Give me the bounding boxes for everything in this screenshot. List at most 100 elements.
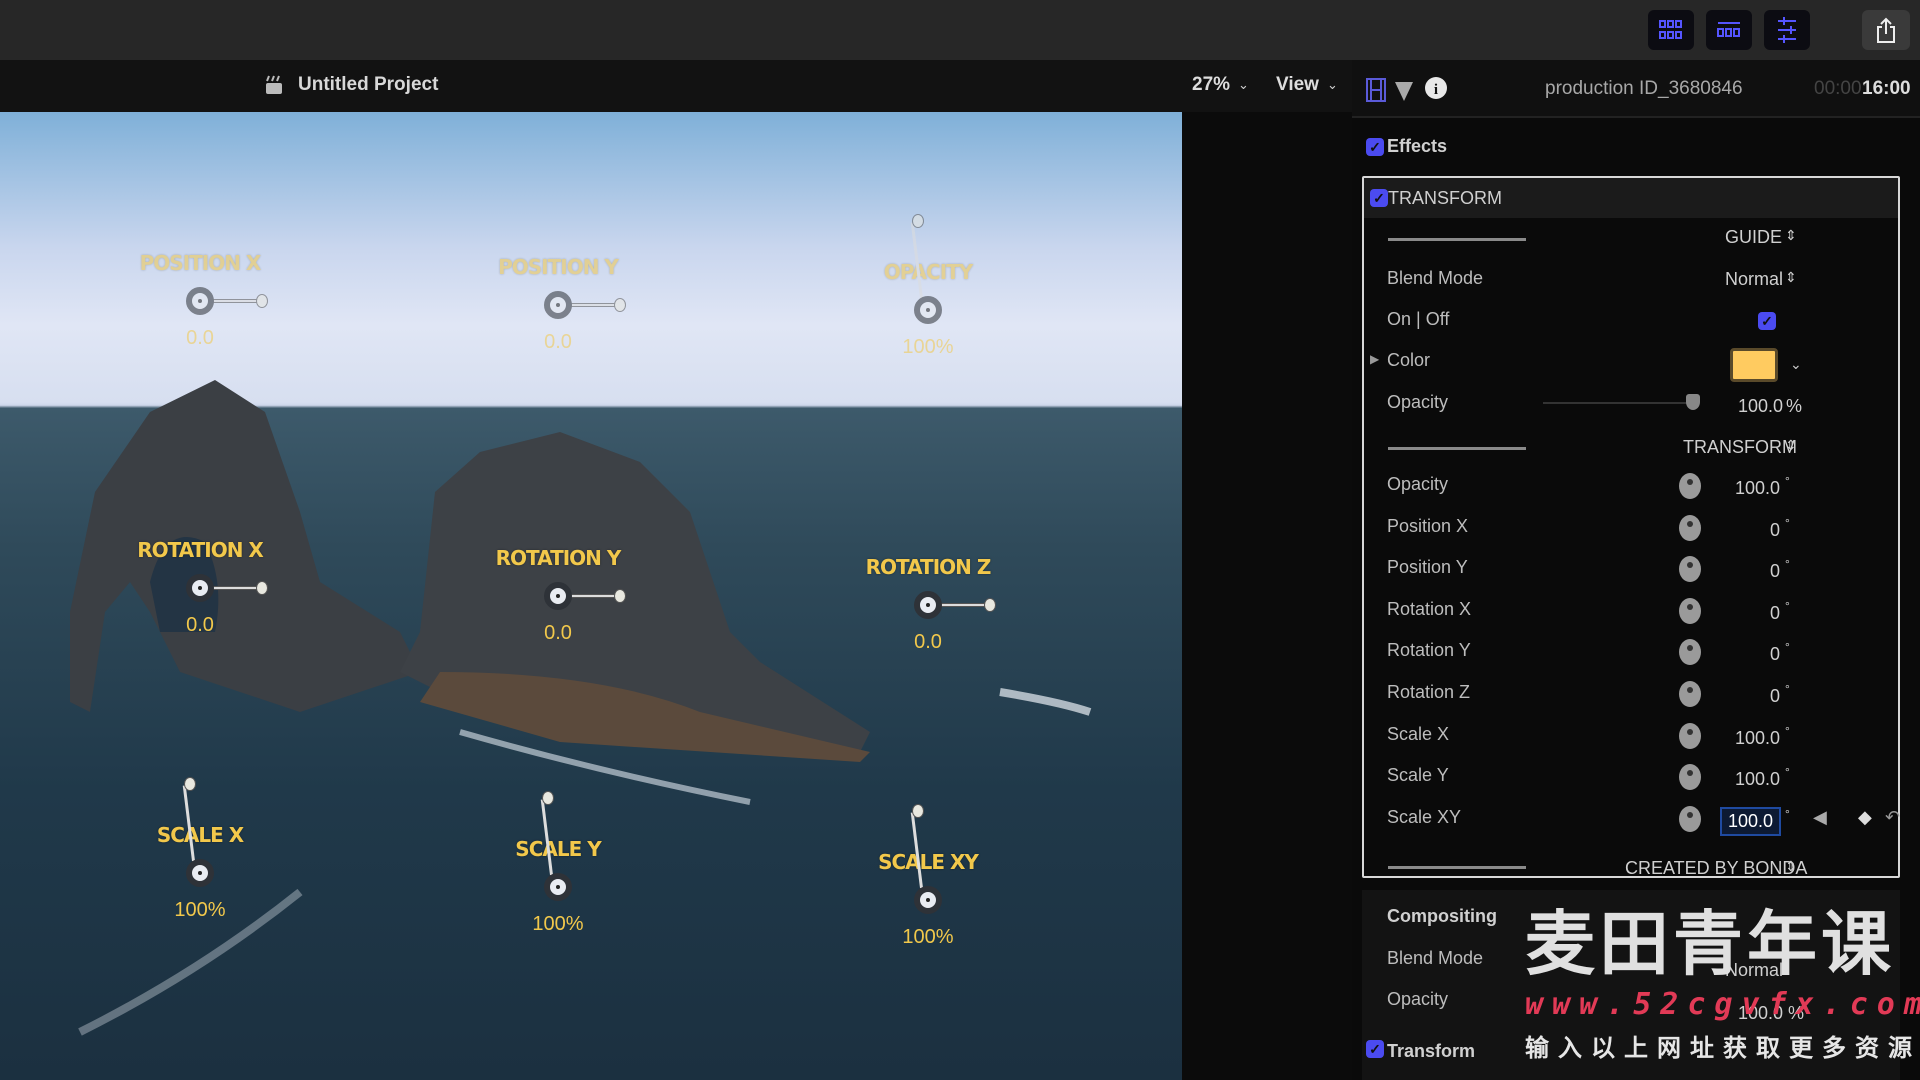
guide-select[interactable]: GUIDE xyxy=(1725,227,1782,248)
transform-select[interactable]: TRANSFORM xyxy=(1683,437,1797,458)
degree-unit: ° xyxy=(1785,598,1790,613)
effects-checkbox[interactable]: ✓ xyxy=(1366,138,1384,156)
overlay-handle-line xyxy=(570,303,620,307)
browser-grid-button[interactable] xyxy=(1648,10,1694,50)
overlay-label: ROTATION Y xyxy=(495,546,622,570)
zoom-dropdown[interactable]: 27% ⌄ xyxy=(1192,74,1249,96)
transform-effect-checkbox[interactable]: ✓ xyxy=(1370,189,1388,207)
param-knob[interactable] xyxy=(1679,556,1701,583)
overlay-handle[interactable] xyxy=(614,589,626,603)
param-knob[interactable] xyxy=(1679,764,1701,791)
transform-label: Transform xyxy=(1387,1041,1476,1061)
param-label: Scale XY xyxy=(1387,806,1462,827)
overlay-handle[interactable] xyxy=(256,294,268,308)
inspector-button[interactable] xyxy=(1764,10,1810,50)
opacity-slider-thumb[interactable] xyxy=(1686,394,1700,410)
overlay-handle[interactable] xyxy=(912,804,924,818)
project-title: Untitled Project xyxy=(298,74,439,95)
overlay-knob[interactable] xyxy=(186,574,214,602)
overlay-handle-line xyxy=(212,586,262,590)
watermark: 麦田青年课 www.52cgvfx.com 输入以上网址获取更多资源 xyxy=(1525,888,1920,1063)
overlay-value: 100% xyxy=(174,899,226,921)
param-value[interactable]: 100.0 xyxy=(1735,728,1780,749)
overlay-label: OPACITY xyxy=(883,260,974,284)
viewer-header: Untitled Project 27% ⌄ View ⌄ xyxy=(0,60,1352,112)
overlay-label: SCALE XY xyxy=(878,850,979,874)
param-knob[interactable] xyxy=(1679,805,1701,832)
param-label: Opacity xyxy=(1387,474,1449,494)
view-dropdown[interactable]: View ⌄ xyxy=(1276,74,1338,96)
param-value[interactable]: 100.0 xyxy=(1719,806,1781,836)
param-knob[interactable] xyxy=(1679,597,1701,624)
timeline-button[interactable] xyxy=(1706,10,1752,50)
param-value[interactable]: 0 xyxy=(1770,520,1780,541)
blend-mode-select[interactable]: Normal xyxy=(1725,269,1783,290)
opacity-slider-track[interactable] xyxy=(1543,402,1693,404)
effects-label: Effects xyxy=(1387,136,1448,156)
overlay-handle[interactable] xyxy=(912,214,924,228)
watermark-url: www.52cgvfx.com xyxy=(1525,987,1920,1022)
info-inspector-tab-icon[interactable]: i xyxy=(1424,76,1448,100)
overlay-label: ROTATION Z xyxy=(865,555,992,579)
opacity-label: Opacity xyxy=(1387,392,1449,412)
comp-blend-mode-label: Blend Mode xyxy=(1387,948,1484,968)
overlay-knob[interactable] xyxy=(186,287,214,315)
param-label: Position Y xyxy=(1387,557,1468,578)
param-knob[interactable] xyxy=(1679,514,1701,541)
param-value[interactable]: 100.0 xyxy=(1735,478,1780,499)
overlay-knob[interactable] xyxy=(544,582,572,610)
param-value[interactable]: 100.0 xyxy=(1735,769,1780,790)
overlay-knob[interactable] xyxy=(914,591,942,619)
disclosure-triangle-icon[interactable]: ▶ xyxy=(1370,352,1379,366)
overlay-handle[interactable] xyxy=(542,791,554,805)
overlay-handle-line xyxy=(570,594,620,598)
overlay-value: 100% xyxy=(902,336,954,358)
opacity-value[interactable]: 100.0 xyxy=(1738,396,1783,417)
param-label: Position X xyxy=(1387,515,1469,536)
previous-keyframe-icon[interactable]: ◀ xyxy=(1813,807,1827,828)
overlay-handle[interactable] xyxy=(614,298,626,312)
param-knob[interactable] xyxy=(1679,473,1701,499)
degree-unit: ° xyxy=(1785,765,1790,780)
view-label: View xyxy=(1276,74,1319,95)
overlay-handle[interactable] xyxy=(256,581,268,595)
overlay-label: POSITION Y xyxy=(498,255,619,279)
param-label: Rotation Z xyxy=(1387,682,1471,702)
overlay-knob[interactable] xyxy=(914,296,942,324)
share-button[interactable] xyxy=(1862,10,1910,50)
video-inspector-tab-icon[interactable] xyxy=(1366,78,1386,102)
add-keyframe-icon[interactable]: ◆ xyxy=(1858,807,1872,828)
param-value[interactable]: 0 xyxy=(1770,603,1780,624)
chevron-down-icon: ⌄ xyxy=(1326,77,1338,92)
overlay-knob[interactable] xyxy=(186,859,214,887)
updown-icon: ⇕ xyxy=(1785,269,1797,285)
timecode-dim: 00:00: xyxy=(1814,78,1867,99)
section-divider xyxy=(1388,447,1526,450)
created-by-select[interactable]: CREATED BY BONDA xyxy=(1625,858,1807,879)
param-value[interactable]: 0 xyxy=(1770,561,1780,582)
watermark-subtitle: 输入以上网址获取更多资源 xyxy=(1525,1034,1920,1062)
inspector-sliders-icon xyxy=(1778,17,1796,43)
onoff-checkbox[interactable]: ✓ xyxy=(1758,312,1776,330)
video-viewer[interactable]: POSITION X 0.0 POSITION Y 0.0 OPACITY 100% ROT… xyxy=(0,112,1182,1080)
overlay-handle[interactable] xyxy=(184,777,196,791)
opacity-unit: % xyxy=(1786,396,1803,416)
overlay-knob[interactable] xyxy=(544,291,572,319)
param-value[interactable]: 0 xyxy=(1770,644,1780,665)
section-divider xyxy=(1388,238,1526,241)
overlay-label: SCALE Y xyxy=(515,837,601,861)
overlay-handle[interactable] xyxy=(984,598,996,612)
overlay-value: 0.0 xyxy=(914,631,942,653)
svg-text:i: i xyxy=(1434,82,1438,98)
reset-icon[interactable]: ↶ xyxy=(1885,807,1900,828)
param-knob[interactable] xyxy=(1679,681,1701,707)
color-inspector-tab-icon[interactable] xyxy=(1394,80,1414,102)
param-knob[interactable] xyxy=(1679,722,1701,749)
param-value[interactable]: 0 xyxy=(1770,686,1780,707)
chevron-down-icon[interactable]: ⌄ xyxy=(1790,356,1802,373)
transform-checkbox[interactable]: ✓ xyxy=(1366,1040,1384,1058)
overlay-knob[interactable] xyxy=(544,873,572,901)
overlay-knob[interactable] xyxy=(914,886,942,914)
color-swatch[interactable] xyxy=(1730,348,1778,382)
overlay-label: ROTATION X xyxy=(137,538,264,562)
